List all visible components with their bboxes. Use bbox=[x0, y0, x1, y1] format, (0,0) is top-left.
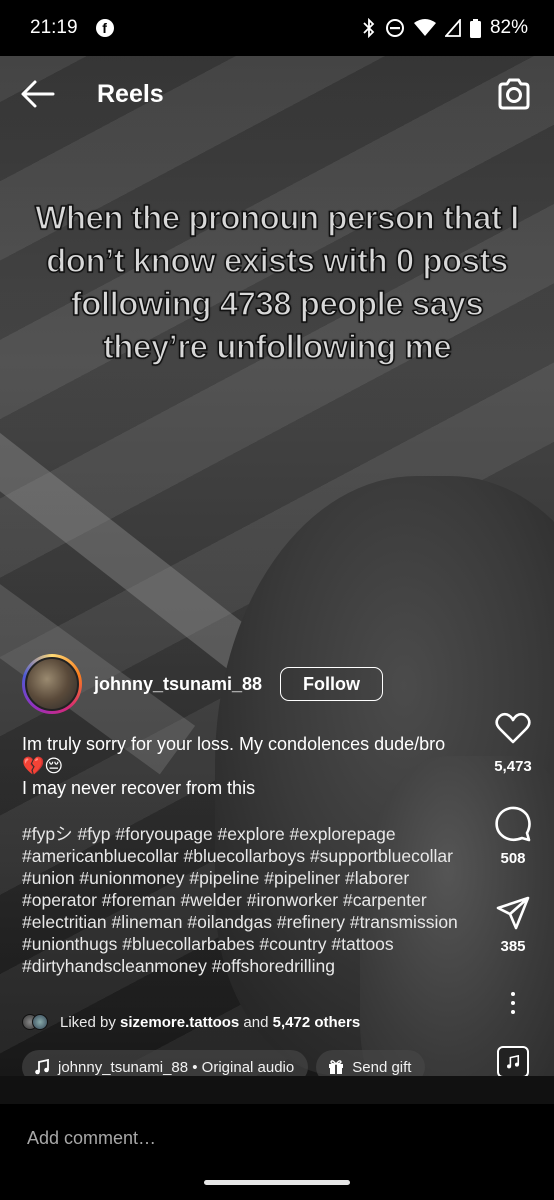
audio-label: johnny_tsunami_88 • Original audio bbox=[58, 1058, 295, 1076]
camera-icon bbox=[498, 78, 530, 110]
home-indicator[interactable] bbox=[204, 1180, 350, 1185]
follow-button[interactable]: Follow bbox=[280, 667, 384, 701]
page-title: Reels bbox=[97, 80, 164, 108]
more-dot bbox=[511, 1001, 515, 1005]
music-note-icon bbox=[507, 1055, 520, 1069]
gift-label: Send gift bbox=[352, 1058, 412, 1076]
send-icon bbox=[496, 896, 530, 930]
video-overlay-text: When the pronoun person that I don’t kno… bbox=[34, 198, 520, 366]
wifi-icon bbox=[413, 19, 436, 36]
caption-line: I may never recover from this bbox=[22, 778, 256, 798]
like-count: 5,473 bbox=[494, 758, 532, 775]
reels-header: Reels bbox=[0, 70, 554, 120]
facebook-icon: f bbox=[95, 19, 114, 37]
divider bbox=[0, 1076, 554, 1104]
back-button[interactable] bbox=[20, 78, 56, 110]
music-note-icon bbox=[35, 1059, 49, 1075]
heart-icon bbox=[495, 712, 531, 744]
comment-input[interactable]: Add comment… bbox=[27, 1128, 156, 1149]
caption-emojis: 💔😔 bbox=[22, 756, 64, 776]
do-not-disturb-icon bbox=[385, 19, 404, 37]
share-action[interactable]: 385 bbox=[486, 896, 540, 955]
like-action[interactable]: 5,473 bbox=[486, 712, 540, 775]
more-options-button[interactable] bbox=[500, 990, 526, 1016]
camera-button[interactable] bbox=[496, 76, 532, 112]
post-caption[interactable]: Im truly sorry for your loss. My condole… bbox=[22, 733, 482, 799]
liked-by-prefix: Liked by bbox=[60, 1013, 116, 1031]
battery-percent: 82% bbox=[489, 17, 528, 38]
comment-count: 508 bbox=[500, 850, 526, 867]
signal-icon bbox=[444, 19, 461, 37]
arrow-left-icon bbox=[21, 80, 55, 108]
gift-icon bbox=[329, 1060, 344, 1074]
status-time: 21:19 bbox=[30, 17, 78, 38]
caption-line: Im truly sorry for your loss. My condole… bbox=[22, 734, 446, 754]
share-count: 385 bbox=[500, 938, 526, 955]
liked-by-others[interactable]: 5,472 others bbox=[273, 1014, 361, 1031]
post-author-row: johnny_tsunami_88 Follow bbox=[22, 654, 384, 714]
more-dot bbox=[511, 1010, 515, 1014]
audio-thumbnail[interactable] bbox=[497, 1046, 529, 1078]
comment-action[interactable]: 508 bbox=[486, 806, 540, 867]
comment-bar: Add comment… bbox=[0, 1104, 554, 1200]
comment-icon bbox=[495, 806, 531, 842]
liked-by-avatars bbox=[22, 1012, 52, 1032]
more-dot bbox=[511, 992, 515, 996]
liked-by-and: and bbox=[243, 1013, 269, 1031]
post-hashtags[interactable]: #fypシ #fyp #foryoupage #explore #explore… bbox=[22, 823, 482, 977]
avatar[interactable] bbox=[22, 654, 82, 714]
liked-by[interactable]: Liked by sizemore.tattoos and 5,472 othe… bbox=[22, 1012, 360, 1032]
username[interactable]: johnny_tsunami_88 bbox=[94, 674, 262, 695]
liked-by-user[interactable]: sizemore.tattoos bbox=[120, 1014, 239, 1031]
battery-icon bbox=[469, 18, 481, 38]
bluetooth-icon bbox=[363, 18, 375, 38]
status-bar: 21:19 f 82% bbox=[0, 0, 554, 56]
